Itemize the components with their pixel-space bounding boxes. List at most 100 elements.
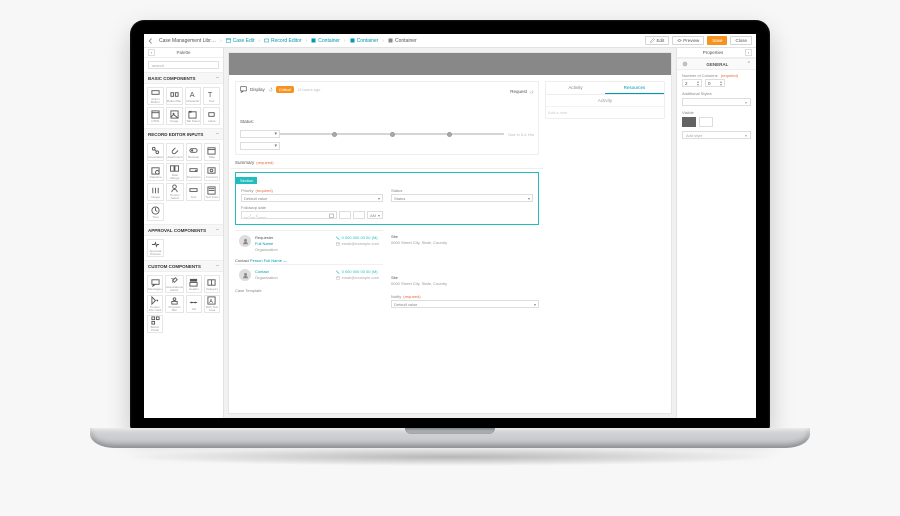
time-ago: 13 hours ago (297, 87, 320, 92)
properties-panel: Properties › GENERAL ⌃ Number of Columns… (676, 48, 756, 418)
tool-button-bar[interactable]: Button Bar (166, 87, 183, 105)
chat-icon (240, 86, 247, 93)
contact-name-link[interactable]: Person Full Name — (250, 258, 287, 263)
tab-activity[interactable]: Activity (546, 82, 605, 94)
crumb-4[interactable]: Container (348, 37, 381, 45)
tool-attachment[interactable]: Attachment (166, 143, 183, 161)
basic-tools: Action Button Button Bar ACharacter TTex… (144, 84, 223, 128)
cols-stepper-b[interactable]: 0▴▾ (705, 79, 725, 87)
tool-label[interactable]: Label (203, 107, 220, 125)
tool-dropdown[interactable]: Dropdown (186, 163, 202, 181)
properties-title: Properties (703, 50, 724, 55)
tool-boolean[interactable]: Boolean (186, 143, 202, 161)
add-style-input[interactable]: Add style▾ (682, 131, 751, 139)
section-custom[interactable]: CUSTOM COMPONENTS− (144, 260, 223, 272)
preview-button[interactable]: Preview (672, 36, 704, 45)
followup-date-input[interactable]: __ /__ /____ (241, 211, 337, 219)
contact-link[interactable]: Contact (255, 269, 278, 274)
avatar-icon (239, 235, 251, 247)
tab-resources[interactable]: Resources (605, 82, 664, 94)
refresh-icon[interactable] (268, 87, 273, 92)
org-label: Organization (255, 247, 278, 252)
tool-text[interactable]: TText (203, 87, 220, 105)
tool-integer[interactable]: Integer (147, 183, 164, 201)
progress-steps: ▾ Due in 0-4 Hrs (240, 130, 534, 138)
tool-person[interactable]: Person Select (166, 183, 183, 201)
crumb-0[interactable]: Case Management Libr… (157, 37, 218, 45)
tool-association[interactable]: Association (147, 143, 164, 161)
notify-select[interactable]: Default value▾ (391, 300, 539, 308)
contact-card: Contact Organization 0 000 000 00 00 (M)… (235, 264, 383, 285)
email-link[interactable]: email@example.com (336, 241, 379, 246)
request-label: Request (510, 89, 527, 94)
tool-text2[interactable]: Text (186, 183, 202, 201)
display-block[interactable]: Display Critical 13 hours ago Request (235, 81, 539, 155)
gear-icon (682, 61, 688, 67)
activity-subhead: Activity (546, 95, 664, 107)
tool-daterange[interactable]: Date Range (166, 163, 183, 181)
followup-label: Followup date (241, 205, 383, 210)
add-note-input[interactable]: Add a note (546, 107, 664, 118)
tool-category[interactable]: Category (204, 275, 220, 293)
tool-image[interactable]: Image (166, 107, 183, 125)
crumb-1[interactable]: Case Edit (224, 37, 257, 45)
tool-currency[interactable]: Currency (204, 163, 220, 181)
tool-html[interactable]: HTML (147, 107, 164, 125)
tool-textarea[interactable]: Text Area (204, 183, 220, 201)
section-approval[interactable]: APPROVAL COMPONENTS− (144, 224, 223, 236)
tool-person-card[interactable]: Person Info Card (147, 295, 163, 313)
phone-link[interactable]: 0 000 000 00 00 (M) (336, 235, 379, 240)
secondary-dropdown[interactable]: ▾ (240, 142, 280, 150)
tool-assoc-edit[interactable]: TAssociations Editor (165, 275, 184, 293)
tool-character[interactable]: ACharacter (185, 87, 202, 105)
requester-label: Requester (255, 235, 278, 240)
tool-tab-panel[interactable]: Tab Panel (185, 107, 202, 125)
requester-name-link[interactable]: Full Name (255, 241, 278, 246)
additional-styles-select[interactable]: ▾ (682, 98, 751, 106)
edit-button[interactable]: Edit (645, 36, 669, 45)
summary-label: Summary(required) (235, 160, 539, 165)
close-button[interactable]: Close (730, 36, 752, 45)
tool-time[interactable]: Time (147, 203, 164, 221)
crumb-5[interactable]: Container (386, 37, 419, 45)
refresh-icon-2[interactable] (529, 89, 534, 94)
palette-search-input[interactable]: search (148, 61, 219, 69)
section-basic[interactable]: BASIC COMPONENTS− (144, 72, 223, 84)
visible-opt-1[interactable] (682, 117, 696, 127)
visible-opt-2[interactable] (699, 117, 713, 127)
tool-messages[interactable]: Messages (147, 275, 163, 293)
back-icon[interactable] (148, 38, 154, 44)
save-button[interactable]: Save (707, 36, 727, 45)
status-select[interactable]: Status▾ (391, 194, 533, 202)
status-label: Status: (240, 119, 254, 124)
selected-container[interactable]: Section Priority(required) Default value… (235, 172, 539, 225)
group-general[interactable]: GENERAL ⌃ (677, 58, 756, 70)
priority-select[interactable]: Default value▾ (241, 194, 383, 202)
tool-datetime[interactable]: Datetime (147, 163, 164, 181)
tool-action-button[interactable]: Action Button (147, 87, 164, 105)
crumb-3[interactable]: Container (309, 37, 342, 45)
phone-link-2[interactable]: 0 000 000 00 00 (M) (336, 269, 379, 274)
followup-time-hh[interactable] (339, 211, 351, 219)
section-record-inputs[interactable]: RECORD EDITOR INPUTS− (144, 128, 223, 140)
cols-stepper-a[interactable]: 2▴▾ (682, 79, 702, 87)
breadcrumb: Case Management Libr… › Case Edit › Reco… (157, 37, 645, 45)
tool-header[interactable]: Header (186, 275, 202, 293)
palette-collapse-icon[interactable]: ‹ (148, 49, 155, 56)
followup-time-mm[interactable] (353, 211, 365, 219)
crumb-2[interactable]: Record Editor (262, 37, 304, 45)
status-dropdown[interactable]: ▾ (240, 130, 280, 138)
tool-richtext[interactable]: ARich Text Area (204, 295, 220, 313)
tool-btn-panel[interactable]: Button Panel (147, 315, 163, 333)
site-label: Site (391, 234, 539, 239)
display-label: Display (250, 87, 265, 92)
tool-approval[interactable]: Approval Process (147, 239, 164, 257)
tool-job[interactable]: Job (186, 295, 202, 313)
section-tab: Section (236, 177, 257, 184)
palette-sidebar: ‹ Palette search BASIC COMPONENTS− Actio… (144, 48, 224, 418)
tool-progress[interactable]: Progress Bar (165, 295, 184, 313)
tool-date[interactable]: Date (204, 143, 220, 161)
properties-collapse-icon[interactable]: › (745, 49, 752, 56)
followup-ampm[interactable]: AM▾ (367, 211, 383, 219)
email-link-2[interactable]: email@example.com (336, 275, 379, 280)
